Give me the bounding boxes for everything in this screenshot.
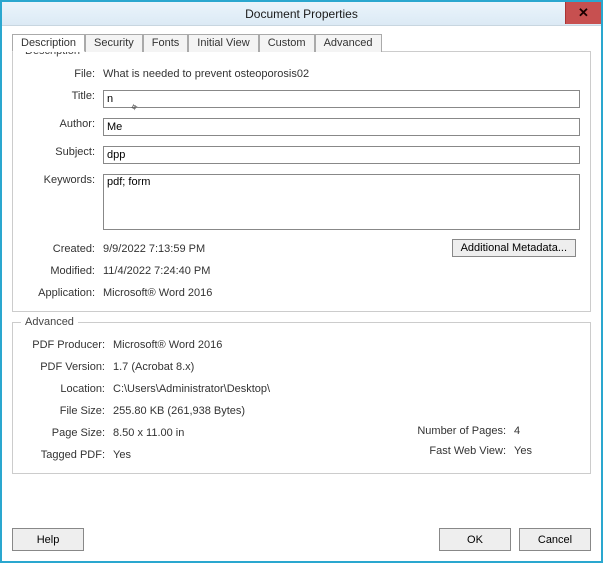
location-value: C:\Users\Administrator\Desktop\ [113, 381, 580, 395]
file-value: What is needed to prevent osteoporosis02 [103, 66, 580, 80]
tagged-pdf-value: Yes [113, 447, 400, 461]
cancel-button[interactable]: Cancel [519, 528, 591, 551]
keywords-label: Keywords: [23, 172, 103, 186]
content-area: Description Security Fonts Initial View … [2, 26, 601, 520]
pdf-producer-label: PDF Producer: [23, 337, 113, 351]
tab-strip: Description Security Fonts Initial View … [12, 34, 591, 52]
file-size-value: 255.80 KB (261,938 Bytes) [113, 403, 580, 417]
keywords-input[interactable] [103, 174, 580, 230]
tab-advanced[interactable]: Advanced [315, 34, 382, 52]
file-size-label: File Size: [23, 403, 113, 417]
pdf-version-value: 1.7 (Acrobat 8.x) [113, 359, 580, 373]
modified-label: Modified: [23, 263, 103, 277]
tab-description[interactable]: Description [12, 34, 85, 52]
subject-input[interactable] [103, 146, 580, 164]
subject-label: Subject: [23, 144, 103, 158]
advanced-legend: Advanced [21, 316, 78, 328]
page-size-label: Page Size: [23, 425, 113, 439]
dialog-button-bar: Help OK Cancel [2, 520, 601, 561]
application-label: Application: [23, 285, 103, 299]
tab-initial-view[interactable]: Initial View [188, 34, 258, 52]
modified-value: 11/4/2022 7:24:40 PM [103, 263, 580, 277]
author-label: Author: [23, 116, 103, 130]
title-input[interactable] [103, 90, 580, 108]
ok-button[interactable]: OK [439, 528, 511, 551]
tab-security[interactable]: Security [85, 34, 143, 52]
title-label: Title: [23, 88, 103, 102]
page-size-value: 8.50 x 11.00 in [113, 425, 400, 439]
num-pages-label: Number of Pages: [404, 425, 514, 437]
application-value: Microsoft® Word 2016 [103, 285, 580, 299]
tab-fonts[interactable]: Fonts [143, 34, 189, 52]
file-label: File: [23, 66, 103, 80]
location-label: Location: [23, 381, 113, 395]
titlebar: Document Properties ✕ [2, 2, 601, 26]
num-pages-value: 4 [514, 425, 520, 437]
window-title: Document Properties [245, 7, 358, 21]
author-input[interactable] [103, 118, 580, 136]
description-group: Description File: What is needed to prev… [12, 51, 591, 312]
close-button[interactable]: ✕ [565, 2, 601, 24]
tab-custom[interactable]: Custom [259, 34, 315, 52]
dialog-window: Document Properties ✕ Description Securi… [0, 0, 603, 563]
fast-web-view-value: Yes [514, 445, 532, 457]
fast-web-view-label: Fast Web View: [404, 445, 514, 457]
pdf-producer-value: Microsoft® Word 2016 [113, 337, 580, 351]
created-label: Created: [23, 241, 103, 255]
close-icon: ✕ [578, 5, 589, 21]
tagged-pdf-label: Tagged PDF: [23, 447, 113, 461]
additional-metadata-button[interactable]: Additional Metadata... [452, 239, 576, 257]
pdf-version-label: PDF Version: [23, 359, 113, 373]
help-button[interactable]: Help [12, 528, 84, 551]
advanced-group: Advanced PDF Producer: Microsoft® Word 2… [12, 322, 591, 474]
